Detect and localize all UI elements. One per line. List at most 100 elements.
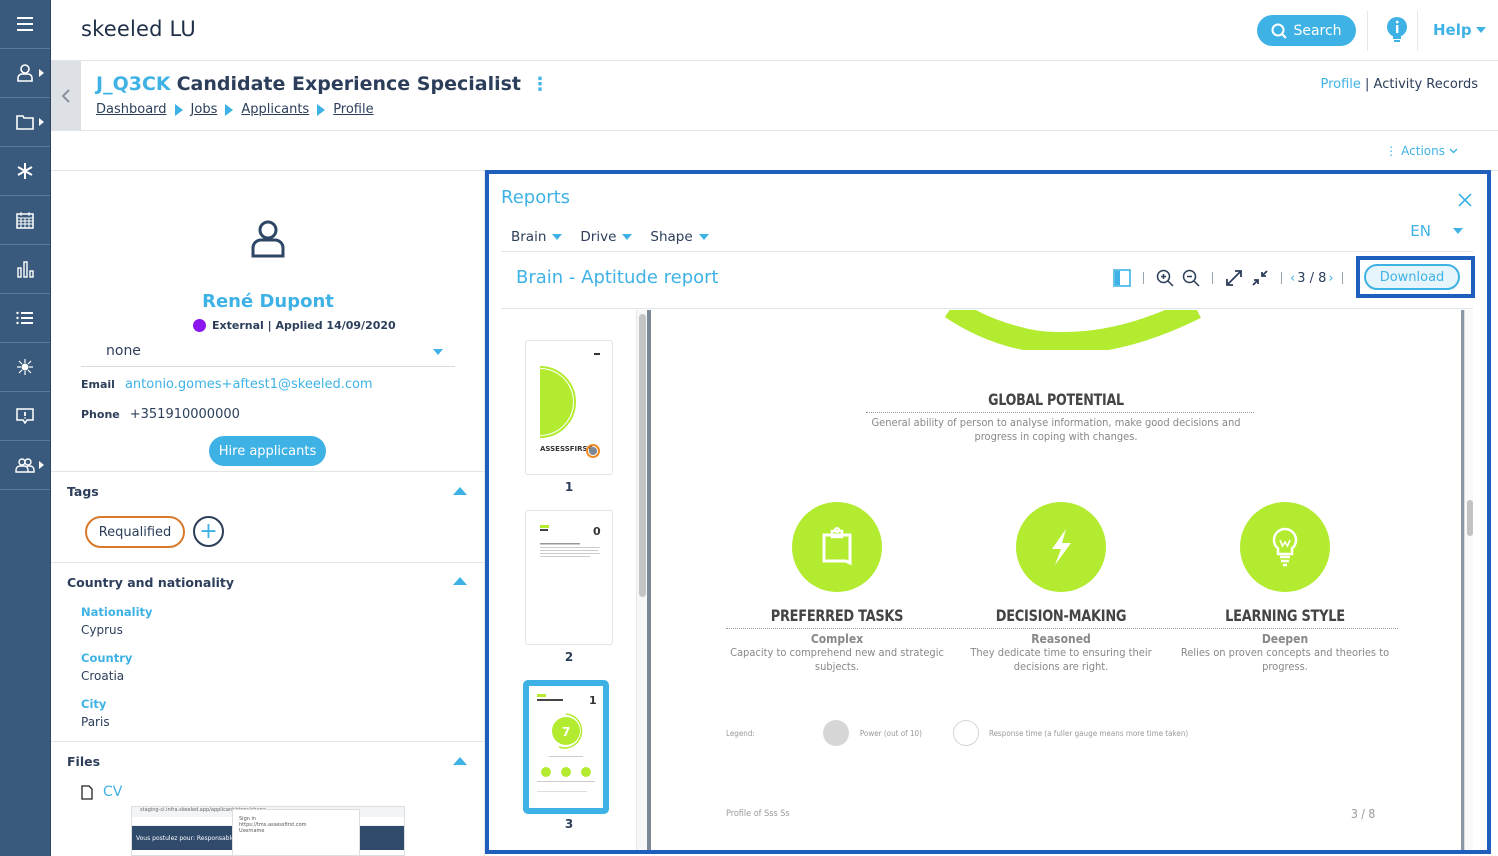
- trait-level: Reasoned: [1031, 632, 1091, 646]
- divider: [1281, 272, 1282, 284]
- close-icon[interactable]: [1457, 192, 1473, 208]
- submenu-caret-icon: [39, 118, 44, 126]
- legend-power-swatch: [822, 720, 849, 746]
- candidate-meta-text: External | Applied 14/09/2020: [212, 319, 396, 332]
- breadcrumb-jobs[interactable]: Jobs: [191, 102, 218, 117]
- job-more-icon[interactable]: ⋮: [531, 74, 549, 95]
- page-indicator: 3 / 8: [1297, 270, 1327, 286]
- folder-icon: [16, 115, 34, 130]
- tags-section-title: Tags: [67, 484, 99, 499]
- nationality-value: Cyprus: [81, 623, 123, 637]
- collapse-panel-button[interactable]: [51, 61, 81, 130]
- tab-shape[interactable]: Shape: [650, 229, 709, 245]
- trait-desc: Capacity to comprehend new and strategic…: [730, 646, 944, 673]
- top-bar: skeeled LU Search Help: [51, 0, 1498, 61]
- collapse-icon: [1252, 270, 1268, 286]
- hire-applicants-button[interactable]: Hire applicants: [209, 436, 326, 466]
- zoom-in-icon: [1156, 269, 1174, 287]
- thumbnail-page-2[interactable]: 0: [525, 510, 613, 645]
- profile-link[interactable]: Profile: [1320, 77, 1360, 92]
- thumbnail-page-1[interactable]: ASSESSFIRST: [525, 340, 613, 475]
- nav-network[interactable]: [0, 343, 50, 392]
- add-tag-button[interactable]: +: [193, 516, 224, 547]
- breadcrumb-separator-icon: [174, 103, 183, 116]
- nav-users[interactable]: [0, 49, 50, 98]
- collapse-country-icon[interactable]: [453, 577, 467, 585]
- sidebar-toggle-icon: [1113, 269, 1131, 287]
- chevron-down-icon: [552, 234, 563, 240]
- search-button[interactable]: Search: [1257, 15, 1356, 46]
- help-menu[interactable]: Help: [1433, 21, 1486, 39]
- prev-page-icon[interactable]: ‹: [1290, 271, 1295, 286]
- nav-team[interactable]: [0, 441, 50, 490]
- nav-asterisk[interactable]: [0, 147, 50, 196]
- phone-value: +351910000000: [129, 407, 240, 422]
- info-lightbulb-icon[interactable]: [1386, 17, 1408, 43]
- language-select[interactable]: EN: [1410, 222, 1463, 240]
- activity-records-link[interactable]: Activity Records: [1374, 77, 1478, 92]
- next-page-icon[interactable]: ›: [1328, 271, 1333, 286]
- trait-decision-making: DECISION-MAKING Reasoned They dedicate t…: [949, 502, 1173, 674]
- toggle-sidebar-button[interactable]: [1111, 267, 1133, 289]
- breadcrumb-profile[interactable]: Profile: [333, 102, 373, 117]
- nav-reports[interactable]: [0, 245, 50, 294]
- plus-icon: +: [199, 518, 218, 544]
- tab-brain[interactable]: Brain: [511, 229, 563, 245]
- status-value: none: [106, 343, 141, 359]
- chevron-down-icon: [622, 234, 633, 240]
- trait-level: Deepen: [1261, 632, 1309, 646]
- divider: [501, 251, 1473, 252]
- legend-response-swatch: [952, 720, 979, 746]
- viewer-scroll-thumb[interactable]: [1467, 500, 1473, 536]
- user-icon: [17, 64, 33, 82]
- submenu-caret-icon: [39, 69, 44, 77]
- thumbnail-scroll-thumb[interactable]: [639, 314, 646, 597]
- job-header: J_Q3CK Candidate Experience Specialist ⋮…: [51, 61, 1498, 131]
- kebab-icon: ⋮: [1385, 144, 1398, 158]
- collapse-button[interactable]: [1249, 267, 1271, 289]
- cv-file-link[interactable]: CV: [103, 784, 122, 800]
- nav-feedback[interactable]: [0, 392, 50, 441]
- tab-shape-label: Shape: [650, 229, 693, 245]
- viewer-scrollbar[interactable]: [1464, 310, 1473, 850]
- app-title: skeeled LU: [81, 17, 196, 41]
- thumbnail-2-preview: 0: [540, 525, 601, 557]
- list-icon: [16, 311, 33, 325]
- nav-menu[interactable]: [0, 0, 50, 49]
- zoom-out-button[interactable]: [1180, 267, 1202, 289]
- tab-drive[interactable]: Drive: [580, 229, 633, 245]
- zoom-out-icon: [1182, 269, 1200, 287]
- actions-menu[interactable]: ⋮ Actions: [1385, 144, 1458, 158]
- files-section-title: Files: [67, 754, 101, 769]
- breadcrumb-applicants[interactable]: Applicants: [241, 102, 309, 117]
- breadcrumb-separator-icon: [317, 103, 326, 116]
- trait-learning-style: LEARNING STYLE Deepen Relies on proven c…: [1173, 502, 1397, 674]
- email-row: Email antonio.gomes+aftest1@skeeled.com: [81, 377, 373, 392]
- team-icon: [15, 458, 35, 473]
- document-viewer: GLOBAL POTENTIAL General ability of pers…: [647, 310, 1473, 850]
- thumbnail-page-3[interactable]: 1 7: [523, 680, 609, 814]
- search-button-label: Search: [1293, 22, 1342, 39]
- chevron-down-icon: [1449, 148, 1458, 154]
- collapse-files-icon[interactable]: [453, 757, 467, 765]
- nav-calendar[interactable]: [0, 196, 50, 245]
- nav-list[interactable]: [0, 294, 50, 343]
- breadcrumb-dashboard[interactable]: Dashboard: [96, 102, 167, 117]
- trait-preferred-tasks: PREFERRED TASKS Complex Capacity to comp…: [725, 502, 949, 674]
- zoom-in-button[interactable]: [1154, 267, 1176, 289]
- thumbnail-scrollbar[interactable]: [636, 310, 647, 850]
- thumbnail-3-preview: 1 7: [537, 694, 597, 792]
- app: skeeled LU Search Help J_Q3CK Candidate …: [0, 0, 1498, 856]
- legend-power: Power (out of 10): [859, 728, 922, 738]
- expand-button[interactable]: [1223, 267, 1245, 289]
- tab-drive-label: Drive: [580, 229, 617, 245]
- email-link[interactable]: antonio.gomes+aftest1@skeeled.com: [125, 377, 373, 392]
- collapse-tags-icon[interactable]: [453, 487, 467, 495]
- nav-folders[interactable]: [0, 98, 50, 147]
- reports-title: Reports: [501, 187, 571, 208]
- download-button[interactable]: Download: [1364, 264, 1460, 290]
- status-select[interactable]: none: [81, 339, 455, 367]
- cv-preview[interactable]: staging-cl.infra.skeeled.app/applicant/s…: [131, 806, 405, 856]
- tag-requalified[interactable]: Requalified: [85, 516, 185, 548]
- menu-icon: [17, 17, 33, 31]
